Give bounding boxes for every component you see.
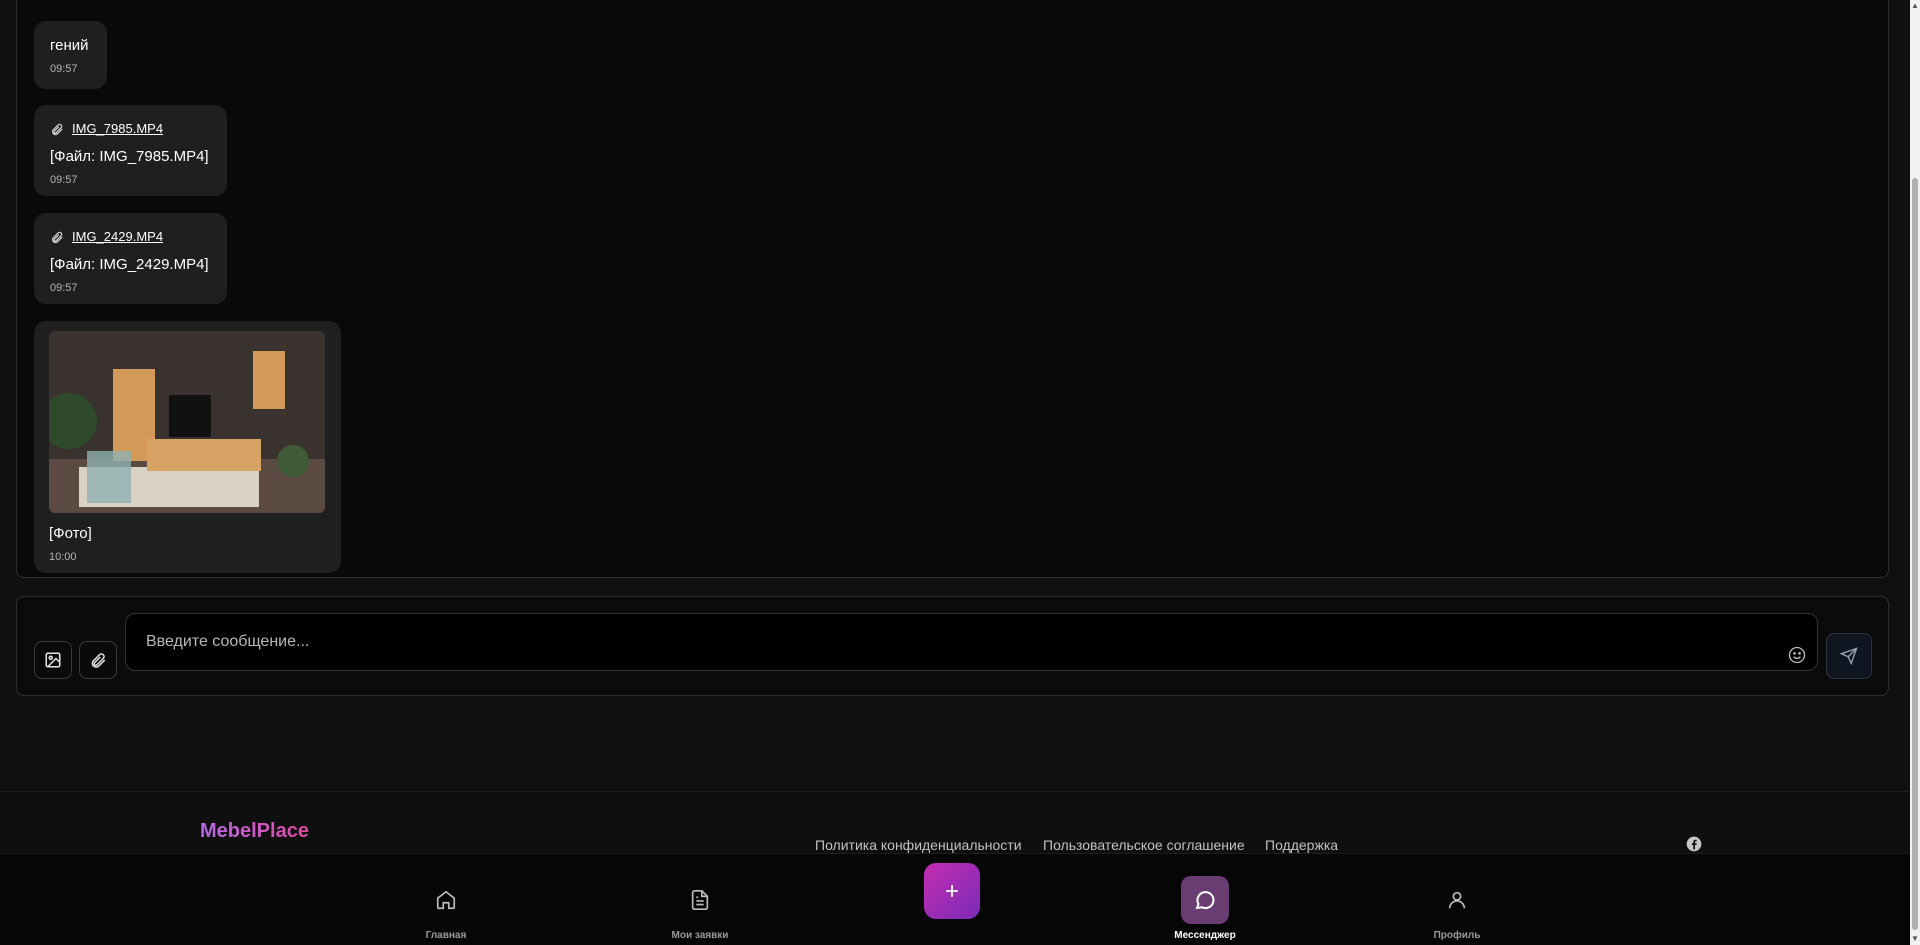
message-composer (16, 596, 1889, 696)
message-time: 09:57 (50, 282, 78, 294)
file-link[interactable]: IMG_2429.MP4 (72, 229, 163, 244)
footer: MebelPlace Политика конфиденциальности П… (0, 791, 1910, 853)
scroll-down-arrow-icon[interactable]: ▼ (1911, 935, 1919, 943)
message-input[interactable] (125, 613, 1818, 671)
nav-item-profile[interactable]: Профиль (1397, 876, 1517, 941)
messenger-page: гений 09:57 IMG_7985.MP4 [Файл: IMG_7985… (0, 0, 1920, 945)
create-button[interactable] (924, 863, 980, 919)
user-icon (1448, 891, 1466, 909)
emoji-icon[interactable] (1787, 645, 1807, 665)
message-time: 09:57 (50, 174, 78, 186)
message-bubble-file: IMG_2429.MP4 [Файл: IMG_2429.MP4] 09:57 (34, 213, 227, 304)
photo-attachment[interactable] (49, 331, 325, 513)
paperclip-icon (91, 653, 106, 668)
nav-label: Мессенджер (1174, 930, 1236, 941)
support-link[interactable]: Поддержка (1265, 837, 1338, 853)
scroll-up-arrow-icon[interactable]: ▲ (1911, 2, 1919, 10)
message-text: [Файл: IMG_7985.MP4] (50, 148, 209, 165)
file-attachment[interactable]: IMG_2429.MP4 (50, 229, 211, 244)
send-button[interactable] (1826, 633, 1872, 679)
attach-file-button[interactable] (79, 641, 117, 679)
message-time: 09:57 (50, 63, 78, 75)
attach-image-button[interactable] (34, 641, 72, 679)
message-text: [Файл: IMG_2429.MP4] (50, 256, 209, 273)
chat-messages-panel[interactable]: гений 09:57 IMG_7985.MP4 [Файл: IMG_7985… (16, 0, 1889, 578)
chat-icon (1195, 891, 1215, 910)
nav-label: Мои заявки (671, 930, 729, 941)
paperclip-icon (52, 231, 63, 243)
plus-icon (946, 885, 958, 897)
message-bubble: гений 09:57 (34, 21, 107, 89)
nav-label: Главная (425, 930, 467, 941)
message-bubble-photo: [Фото] 10:00 (34, 321, 341, 573)
scroll-thumb[interactable] (1912, 178, 1918, 930)
bottom-navigation: Главная Мои заявки Мессенджер Профиль (0, 853, 1910, 945)
home-icon (436, 890, 456, 910)
message-time: 10:00 (49, 551, 77, 563)
nav-label: Профиль (1433, 930, 1481, 941)
document-icon (691, 890, 709, 910)
send-icon (1840, 647, 1858, 665)
paperclip-icon (52, 123, 63, 135)
nav-item-my-requests[interactable]: Мои заявки (640, 876, 760, 941)
message-text: [Фото] (49, 525, 92, 542)
message-text: гений (50, 37, 89, 54)
page-scrollbar[interactable]: ▲ ▼ (1910, 0, 1920, 945)
nav-item-home[interactable]: Главная (386, 876, 506, 941)
furniture-photo-image (49, 331, 325, 513)
brand-logo[interactable]: MebelPlace (200, 820, 309, 843)
privacy-policy-link[interactable]: Политика конфиденциальности (815, 837, 1022, 853)
facebook-icon[interactable] (1686, 836, 1702, 852)
nav-item-messenger[interactable]: Мессенджер (1145, 876, 1265, 941)
message-bubble-file: IMG_7985.MP4 [Файл: IMG_7985.MP4] 09:57 (34, 105, 227, 196)
user-agreement-link[interactable]: Пользовательское соглашение (1043, 837, 1245, 853)
image-icon (45, 652, 61, 668)
file-link[interactable]: IMG_7985.MP4 (72, 121, 163, 136)
file-attachment[interactable]: IMG_7985.MP4 (50, 121, 211, 136)
